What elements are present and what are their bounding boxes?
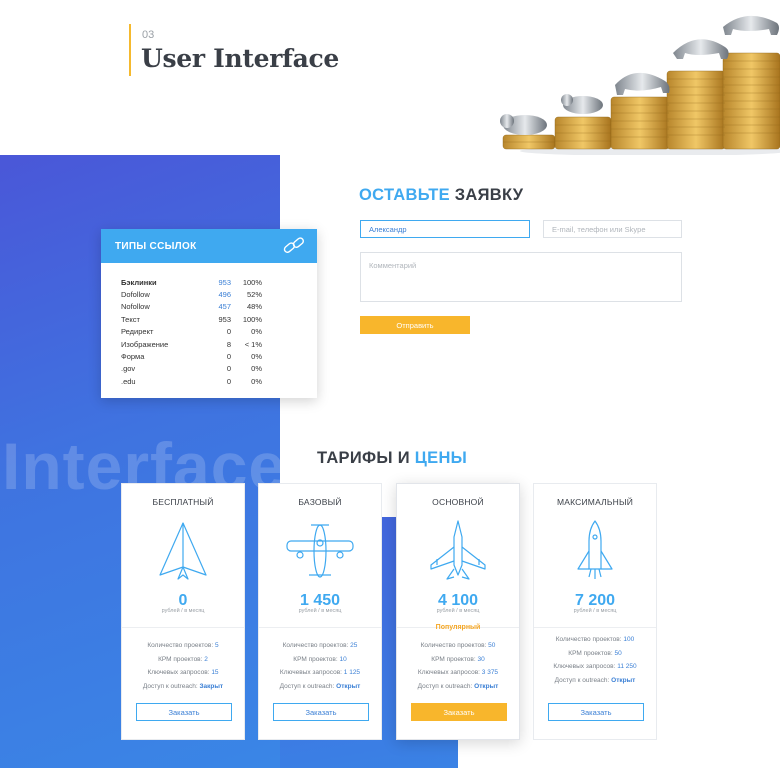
link-type-name: Nofollow xyxy=(121,302,150,312)
plan-feature-outreach: Доступ к outreach: Открыт xyxy=(554,676,636,684)
link-type-count: 953 xyxy=(218,277,231,287)
plan-period: рублей / в месяц xyxy=(161,608,205,614)
link-type-count: 0 xyxy=(226,364,231,374)
contact-input[interactable]: E-mail, телефон или Skype xyxy=(543,220,682,238)
order-button[interactable]: Заказать xyxy=(548,703,644,721)
pricing-plan-card: БАЗОВЫЙ 1 450 рублей / в месяц Количество п… xyxy=(258,483,382,740)
plan-feature-kpm: КРМ проектов: 50 xyxy=(568,649,622,657)
plan-feature-queries: Ключевых запросов: 1 125 xyxy=(279,669,361,676)
link-type-count: 953 xyxy=(218,314,231,324)
link-type-percent: 52% xyxy=(246,290,262,300)
plan-divider xyxy=(534,627,656,628)
link-type-row: Изображение 8 < 1% xyxy=(121,338,317,350)
link-type-name: Форма xyxy=(121,352,145,362)
plan-period: рублей / в месяц xyxy=(436,608,480,614)
link-type-percent: < 1% xyxy=(244,339,262,349)
popular-badge: Популярный xyxy=(435,624,481,631)
pricing-title-accent: ЦЕНЫ xyxy=(414,449,468,467)
paper-plane-icon xyxy=(159,522,207,580)
link-type-count: 0 xyxy=(226,376,231,386)
pricing-plan-card: БЕСПЛАТНЫЙ 0 рублей / в месяц Количество пр… xyxy=(121,483,245,740)
link-type-row: Dofollow 496 52% xyxy=(121,288,317,300)
order-button[interactable]: Заказать xyxy=(411,703,507,721)
name-input[interactable]: Александр xyxy=(360,220,530,238)
plan-feature-queries: Ключевых запросов: 11 250 xyxy=(553,663,637,670)
plan-period: рублей / в месяц xyxy=(573,608,617,614)
plan-feature-kpm: КРМ проектов: 10 xyxy=(293,655,347,663)
link-type-percent: 0% xyxy=(251,364,262,374)
order-button[interactable]: Заказать xyxy=(273,703,369,721)
propeller-plane-icon xyxy=(286,524,354,578)
form-title: ОСТАВЬТЕ ЗАЯВКУ xyxy=(359,186,523,205)
link-type-row: Редирект 0 0% xyxy=(121,326,317,338)
plan-features: Количество проектов: 5 КРМ проектов: 2 Клю… xyxy=(122,639,244,693)
section-number: 03 xyxy=(142,29,155,41)
link-types-title: ТИПЫ ССЫЛОК xyxy=(115,240,197,252)
link-type-name: Бэклинки xyxy=(121,277,157,287)
plan-features: Количество проектов: 25 КРМ проектов: 10 К… xyxy=(259,639,381,693)
page-title: User Interface xyxy=(141,44,340,73)
link-type-name: Изображение xyxy=(121,339,169,349)
link-type-row: Nofollow 457 48% xyxy=(121,301,317,313)
plan-feature-kpm: КРМ проектов: 2 xyxy=(158,655,208,663)
coins-bull-bear-illustration xyxy=(500,15,780,155)
plan-feature-projects: Количество проектов: 100 xyxy=(555,636,635,643)
header-accent-bar xyxy=(129,24,131,76)
space-shuttle-icon xyxy=(577,520,613,579)
plan-feature-queries: Ключевых запросов: 15 xyxy=(147,669,219,676)
pricing-title: ТАРИФЫ И ЦЕНЫ xyxy=(317,449,467,468)
pricing-title-main: ТАРИФЫ И xyxy=(317,449,415,467)
plan-feature-outreach: Доступ к outreach: Открыт xyxy=(417,682,499,690)
jet-fighter-icon xyxy=(430,520,486,580)
plan-feature-projects: Количество проектов: 5 xyxy=(147,642,219,649)
link-type-count: 8 xyxy=(226,339,231,349)
link-types-header: ТИПЫ ССЫЛОК xyxy=(101,229,317,263)
link-types-table: Бэклинки 953 100% Dofollow 496 52% Nofollow 457… xyxy=(101,263,317,388)
plan-name: БАЗОВЫЙ xyxy=(298,497,342,507)
plan-name: БЕСПЛАТНЫЙ xyxy=(152,497,214,507)
plan-feature-queries: Ключевых запросов: 3 375 xyxy=(417,669,499,676)
link-types-card: ТИПЫ ССЫЛОК Бэклинки 953 100% Dofollow 496 52… xyxy=(101,229,317,398)
link-type-name: Редирект xyxy=(121,327,154,337)
pricing-plan-card: МАКСИМАЛЬНЫЙ 7 200 рублей / в месяц Количес… xyxy=(533,483,657,740)
plan-divider xyxy=(259,627,381,628)
plan-name: ОСНОВНОЙ xyxy=(432,497,484,507)
link-type-percent: 0% xyxy=(251,376,262,386)
plan-feature-projects: Количество проектов: 50 xyxy=(420,642,496,649)
plan-period: рублей / в месяц xyxy=(298,608,342,614)
plan-feature-outreach: Доступ к outreach: Открыт xyxy=(279,682,361,690)
plan-features: Количество проектов: 100 КРМ проектов: 50… xyxy=(534,633,656,687)
plan-divider xyxy=(122,627,244,628)
link-type-percent: 0% xyxy=(251,327,262,337)
link-type-percent: 48% xyxy=(246,302,262,312)
plan-feature-outreach: Доступ к outreach: Закрыт xyxy=(142,682,224,690)
plan-feature-kpm: КРМ проектов: 30 xyxy=(431,655,485,663)
link-type-name: Dofollow xyxy=(121,290,150,300)
plan-name: МАКСИМАЛЬНЫЙ xyxy=(556,497,634,507)
link-type-count: 496 xyxy=(218,290,231,300)
link-type-count: 0 xyxy=(226,352,231,362)
link-type-percent: 0% xyxy=(251,352,262,362)
link-type-percent: 100% xyxy=(242,277,262,287)
link-type-count: 457 xyxy=(218,302,231,312)
pricing-plan-card: ОСНОВНОЙ 4 100 рублей / в месяц Популярный К… xyxy=(396,483,520,740)
link-type-row: Форма 0 0% xyxy=(121,350,317,362)
form-title-accent: ОСТАВЬТЕ xyxy=(359,186,450,204)
form-title-rest: ЗАЯВКУ xyxy=(449,186,524,204)
link-type-row: Бэклинки 953 100% xyxy=(121,276,317,288)
link-type-row: .gov 0 0% xyxy=(121,363,317,375)
link-type-row: .edu 0 0% xyxy=(121,375,317,387)
plan-features: Количество проектов: 50 КРМ проектов: 30 К… xyxy=(397,639,519,693)
submit-button[interactable]: Отправить xyxy=(360,316,470,334)
order-button[interactable]: Заказать xyxy=(136,703,232,721)
link-type-name: .gov xyxy=(121,364,136,374)
link-type-percent: 100% xyxy=(242,314,262,324)
link-type-row: Текст 953 100% xyxy=(121,313,317,325)
chain-link-icon xyxy=(283,237,304,253)
link-type-name: Текст xyxy=(121,314,140,324)
plan-feature-projects: Количество проектов: 25 xyxy=(282,642,358,649)
link-type-count: 0 xyxy=(226,327,231,337)
comment-textarea[interactable]: Комментарий xyxy=(360,252,682,302)
link-type-name: .edu xyxy=(121,376,136,386)
